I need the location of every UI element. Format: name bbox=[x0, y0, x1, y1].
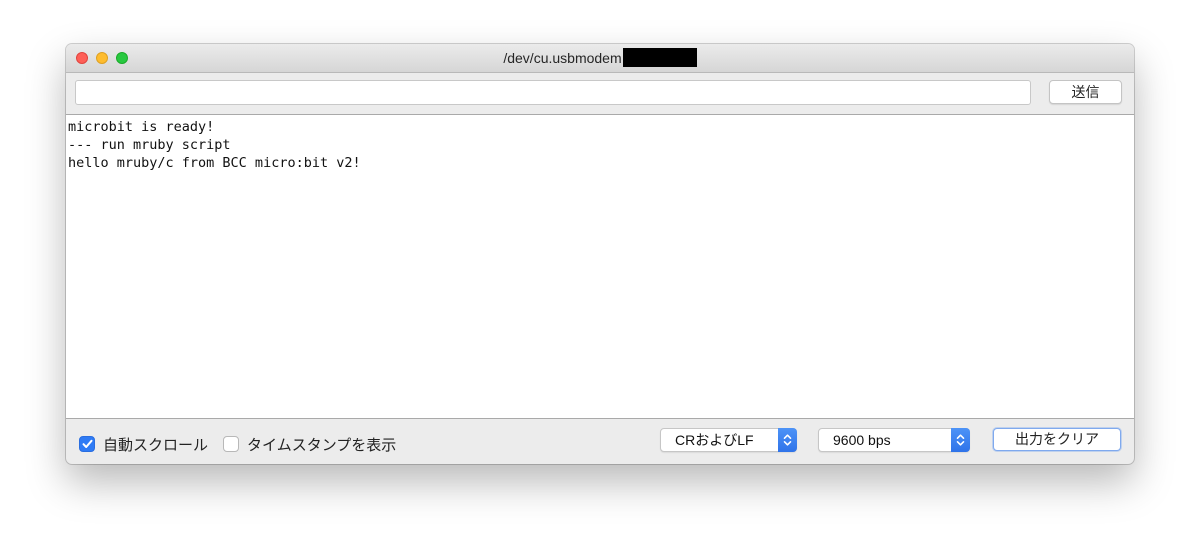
window-title: /dev/cu.usbmodem bbox=[503, 50, 622, 66]
autoscroll-option[interactable]: 自動スクロール bbox=[79, 435, 209, 454]
window-title-wrap: /dev/cu.usbmodem bbox=[66, 44, 1134, 72]
timestamp-label: タイムスタンプを表示 bbox=[247, 436, 397, 454]
bottom-toolbar: 自動スクロール タイムスタンプを表示 CRおよびLF 9600 bps 出力をク… bbox=[66, 419, 1134, 464]
output-line: hello mruby/c from BCC micro:bit v2! bbox=[68, 155, 361, 171]
up-down-chevron-icon bbox=[778, 428, 797, 452]
line-ending-select[interactable]: CRおよびLF bbox=[660, 428, 797, 452]
serial-output-area[interactable]: microbit is ready! --- run mruby script he… bbox=[66, 114, 1134, 419]
serial-monitor-window: /dev/cu.usbmodem 送信 microbit is ready! --… bbox=[66, 44, 1134, 464]
output-line: microbit is ready! bbox=[68, 119, 215, 135]
checkmark-icon bbox=[82, 439, 92, 448]
clear-output-button[interactable]: 出力をクリア bbox=[993, 428, 1121, 451]
autoscroll-checkbox[interactable] bbox=[79, 436, 95, 452]
line-ending-value: CRおよびLF bbox=[675, 432, 754, 448]
title-bar[interactable]: /dev/cu.usbmodem bbox=[66, 44, 1134, 73]
send-input[interactable] bbox=[75, 80, 1031, 105]
timestamp-option[interactable]: タイムスタンプを表示 bbox=[223, 435, 397, 454]
up-down-chevron-icon bbox=[951, 428, 970, 452]
redacted-block bbox=[622, 48, 697, 67]
baud-rate-value: 9600 bps bbox=[833, 432, 891, 448]
baud-rate-select[interactable]: 9600 bps bbox=[818, 428, 970, 452]
timestamp-checkbox[interactable] bbox=[223, 436, 239, 452]
autoscroll-label: 自動スクロール bbox=[103, 436, 209, 454]
send-button[interactable]: 送信 bbox=[1049, 80, 1122, 104]
output-line: --- run mruby script bbox=[68, 137, 231, 153]
